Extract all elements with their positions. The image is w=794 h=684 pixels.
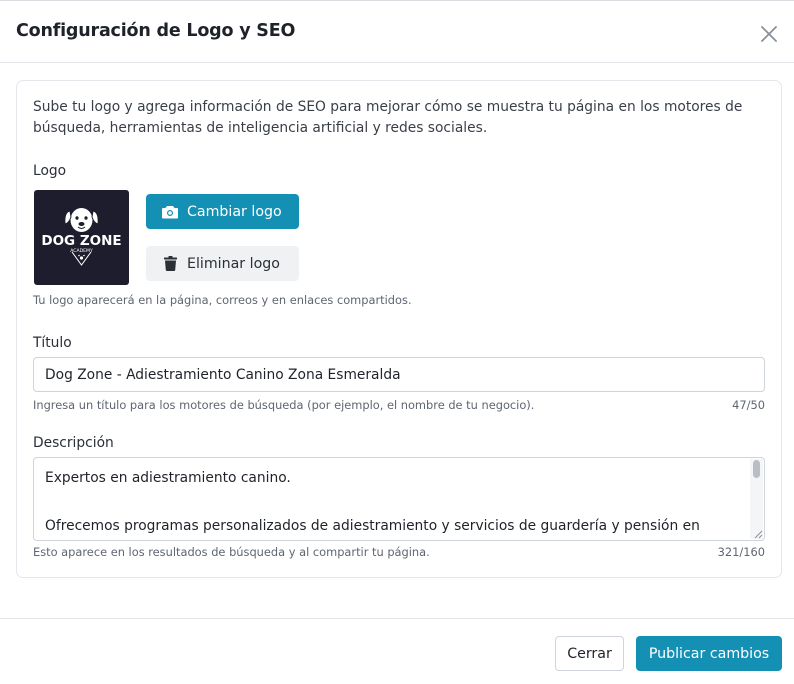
close-button[interactable] xyxy=(758,23,780,45)
change-logo-label: Cambiar logo xyxy=(187,203,282,220)
logo-help-text: Tu logo aparecerá en la página, correos … xyxy=(33,293,412,307)
description-help-text: Esto aparece en los resultados de búsque… xyxy=(33,545,430,559)
change-logo-button[interactable]: Cambiar logo xyxy=(146,194,299,229)
settings-card: Sube tu logo y agrega información de SEO… xyxy=(16,80,782,578)
remove-logo-label: Eliminar logo xyxy=(187,255,280,272)
modal-title: Configuración de Logo y SEO xyxy=(16,21,296,41)
modal-header: Configuración de Logo y SEO xyxy=(0,1,794,63)
close-icon xyxy=(761,26,777,42)
modal-footer: Cerrar Publicar cambios xyxy=(0,618,794,684)
title-label: Título xyxy=(33,335,72,351)
trash-icon xyxy=(161,255,179,273)
title-char-counter: 47/50 xyxy=(732,398,765,412)
logo-brand-name: DOG ZONE xyxy=(41,233,121,249)
intro-text: Sube tu logo y agrega información de SEO… xyxy=(33,99,743,136)
logo-seo-modal: Configuración de Logo y SEO Sube tu logo… xyxy=(0,0,794,683)
logo-label: Logo xyxy=(33,163,67,179)
description-char-counter: 321/160 xyxy=(717,545,765,559)
description-text: Expertos en adiestramiento canino. Ofrec… xyxy=(45,470,700,534)
close-modal-button[interactable]: Cerrar xyxy=(555,636,624,671)
resize-grip-icon[interactable] xyxy=(753,529,763,539)
remove-logo-button[interactable]: Eliminar logo xyxy=(146,246,299,281)
publish-changes-button[interactable]: Publicar cambios xyxy=(636,636,782,671)
logo-preview: DOG ZONE ACADEMY xyxy=(34,190,129,285)
camera-icon xyxy=(161,203,179,221)
scroll-thumb[interactable] xyxy=(753,460,760,478)
title-input[interactable] xyxy=(33,357,765,392)
description-textarea[interactable]: Expertos en adiestramiento canino. Ofrec… xyxy=(33,457,765,541)
description-label: Descripción xyxy=(33,435,114,451)
dog-logo-image: DOG ZONE ACADEMY xyxy=(41,208,122,266)
title-help-text: Ingresa un título para los motores de bú… xyxy=(33,398,535,412)
description-scrollbar[interactable] xyxy=(750,459,763,539)
